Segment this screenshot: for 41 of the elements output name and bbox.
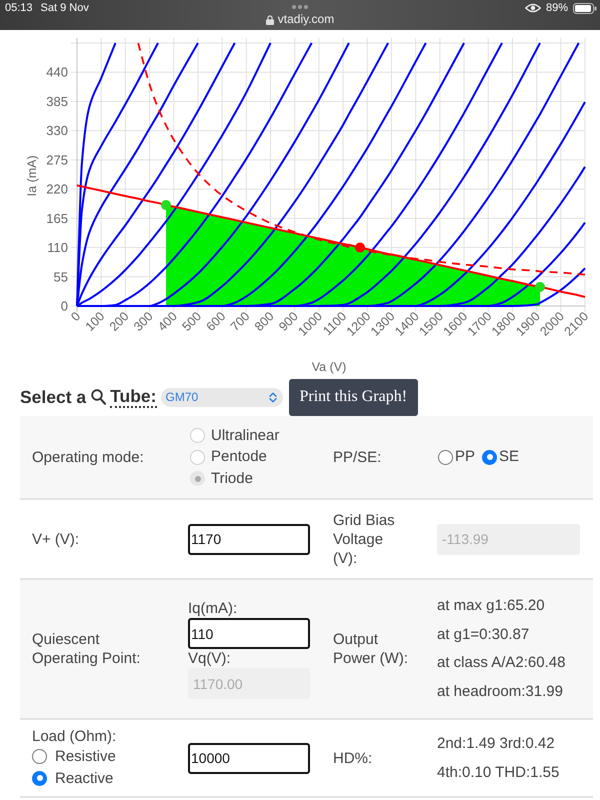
- result-text: at headroom:31.99: [437, 682, 563, 702]
- tick-label: 600: [204, 309, 228, 334]
- tick-label: 385: [46, 94, 68, 109]
- tick-label: 400: [155, 309, 180, 334]
- battery-percent-text: 89%: [546, 1, 568, 15]
- result-text: at max g1:65.20: [437, 596, 545, 616]
- tick-label: 800: [252, 309, 277, 334]
- tick-label: 275: [46, 152, 68, 168]
- prompt-text: Select a: [20, 387, 86, 407]
- axis-title: Ia (mA): [25, 155, 39, 196]
- field-label: HD%:: [332, 748, 374, 768]
- tube-label: Tube:: [110, 386, 156, 408]
- field-label: Output Power (W):: [332, 630, 409, 668]
- field-label: Vq(V):: [188, 649, 231, 668]
- tick-label: 200: [106, 309, 132, 334]
- tick-label: 110: [47, 240, 68, 256]
- tick-label: 165: [46, 210, 68, 226]
- tick-label: 220: [46, 182, 68, 197]
- field-label: Quiescent Operating Point:: [31, 630, 142, 668]
- tick-label: 0: [60, 298, 68, 314]
- field-label: Grid Bias Voltage (V):: [332, 510, 396, 568]
- tick-label: 330: [46, 123, 68, 138]
- field-label: Load (Ohm):: [32, 727, 116, 746]
- result-text: 4th:0.10 THD:1.55: [437, 763, 560, 783]
- field-label: PP/SE:: [332, 448, 382, 466]
- field-label: Iq(mA):: [188, 599, 238, 618]
- field-label: V+ (V):: [31, 530, 80, 548]
- field-label: Operating mode:: [31, 448, 145, 466]
- tick-label: 440: [46, 64, 68, 80]
- tick-label: 55: [54, 269, 68, 284]
- axis-title: Va (V): [312, 360, 346, 374]
- result-text: 2nd:1.49 3rd:0.42: [437, 734, 555, 754]
- tick-label: 0: [68, 309, 84, 324]
- date-text: Sat 9 Nov: [40, 1, 89, 15]
- time-text: 05:13: [5, 1, 33, 15]
- result-text: at g1=0:30.87: [437, 624, 530, 644]
- tick-label: 100: [82, 309, 108, 334]
- tick-label: 700: [228, 309, 252, 334]
- tick-label: 300: [131, 309, 156, 334]
- result-text: at class A/A2:60.48: [437, 653, 566, 673]
- tick-label: 500: [179, 309, 204, 334]
